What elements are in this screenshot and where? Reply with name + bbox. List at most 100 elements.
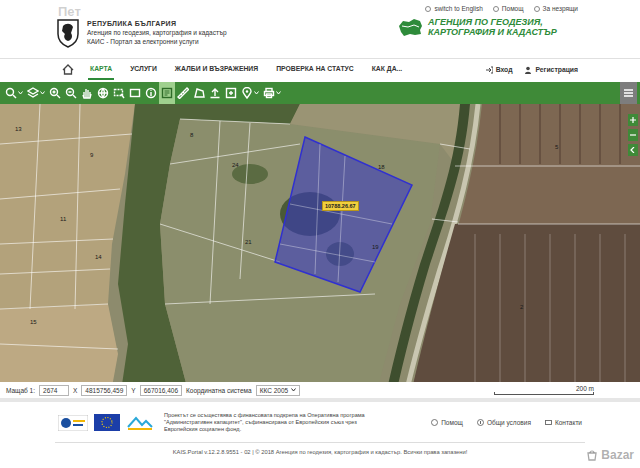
footer: Проектът се осъществява с финансовата по… xyxy=(0,398,640,468)
parcel-label: 10788.26.67 xyxy=(322,201,359,211)
info-tool[interactable] xyxy=(143,82,159,104)
watermark-text: Bazar xyxy=(601,448,634,462)
print-holder xyxy=(263,87,275,99)
upload-tool[interactable] xyxy=(207,82,223,104)
zoomout-holder xyxy=(65,87,77,99)
funding-logos xyxy=(58,414,154,431)
export-tool[interactable] xyxy=(223,82,239,104)
y-field[interactable]: 667016,406 xyxy=(140,385,182,396)
system-select[interactable]: ККС 2005 xyxy=(256,385,300,396)
nav-item[interactable]: КАРТА xyxy=(88,59,114,80)
top-link-text[interactable]: За незрящи xyxy=(543,5,578,12)
zoomin-tool[interactable] xyxy=(47,82,63,104)
top-link[interactable]: За незрящи xyxy=(534,5,578,12)
selectbox-icon[interactable] xyxy=(113,87,125,99)
top-link-text[interactable]: Помощ xyxy=(502,5,524,12)
footer-link[interactable]: Общи условия xyxy=(477,419,531,426)
marker-icon[interactable] xyxy=(241,87,253,99)
globe-icon[interactable] xyxy=(97,87,109,99)
footer-link-text[interactable]: Общи условия xyxy=(487,419,531,426)
search-icon[interactable] xyxy=(5,87,17,99)
account-link-text[interactable]: Регистрация xyxy=(535,66,578,73)
upload-icon[interactable] xyxy=(209,87,221,99)
scale-field[interactable]: 2674 xyxy=(39,385,69,396)
nav-item[interactable]: ПРОВЕРКА НА СТАТУС xyxy=(274,59,356,80)
caret-icon xyxy=(40,91,45,95)
bag-icon xyxy=(586,449,598,461)
measure-icon[interactable] xyxy=(177,87,189,99)
marker-holder xyxy=(241,87,253,99)
minus-icon[interactable] xyxy=(630,132,636,138)
footer-link[interactable]: Помощ xyxy=(431,419,463,426)
nav-item[interactable]: УСЛУГИ xyxy=(128,59,159,80)
watermark: Пет xyxy=(58,4,81,19)
zoomout-tool[interactable] xyxy=(63,82,79,104)
nav-item[interactable]: ЖАЛБИ И ВЪЗРАЖЕНИЯ xyxy=(173,59,260,80)
identify-tool[interactable] xyxy=(159,82,175,104)
footer-link-text[interactable]: Помощ xyxy=(441,419,463,426)
x-field[interactable]: 4815756,459 xyxy=(81,385,127,396)
print-tool[interactable] xyxy=(261,82,283,104)
link-icon xyxy=(493,6,499,12)
link-icon xyxy=(534,6,540,12)
info-icon[interactable] xyxy=(145,87,157,99)
selected-parcel[interactable] xyxy=(0,104,640,398)
print-icon[interactable] xyxy=(263,87,275,99)
parcel-number: 2 xyxy=(520,304,523,310)
pan-holder xyxy=(81,87,93,99)
area-icon[interactable] xyxy=(193,87,205,99)
layers-tool[interactable] xyxy=(25,82,47,104)
pan-icon[interactable] xyxy=(81,87,93,99)
menu-icon[interactable] xyxy=(624,89,633,97)
top-link[interactable]: Помощ xyxy=(493,5,524,12)
arrow-icon[interactable] xyxy=(630,147,636,153)
footer-link[interactable]: Контакти xyxy=(545,419,582,426)
layers-icon[interactable] xyxy=(27,87,39,99)
account-link[interactable]: Вход xyxy=(485,66,513,74)
parcel-number: 21 xyxy=(245,239,252,245)
esf-logo-icon xyxy=(58,415,88,431)
menu-button[interactable] xyxy=(620,82,637,104)
scale-bar-text: 200 m xyxy=(576,385,594,392)
parcel-number: 5 xyxy=(555,144,558,150)
main-nav: КАРТА УСЛУГИ ЖАЛБИ И ВЪЗРАЖЕНИЯ ПРОВЕРКА НА… xyxy=(0,58,640,80)
scale-label: Мащаб 1: xyxy=(6,387,35,394)
marker-tool[interactable] xyxy=(239,82,261,104)
zoom-out-button[interactable] xyxy=(628,129,638,141)
user-icon xyxy=(524,66,532,74)
parcel-number: 24 xyxy=(232,162,239,168)
account-link-text[interactable]: Вход xyxy=(496,66,513,73)
footer-link-text[interactable]: Контакти xyxy=(555,419,582,426)
map-view[interactable]: 1398111415242118195210788.26.67Мащаб 1:2… xyxy=(0,104,640,398)
agency-name: Агенция по геодезия, картография и кадас… xyxy=(87,29,227,36)
zoomin-holder xyxy=(49,87,61,99)
x-label: X xyxy=(73,387,77,394)
top-link-text[interactable]: switch to English xyxy=(434,5,482,12)
area-holder xyxy=(193,87,205,99)
extent-icon[interactable] xyxy=(129,87,141,99)
extent-holder xyxy=(129,87,141,99)
pan-tool[interactable] xyxy=(79,82,95,104)
caret-icon xyxy=(276,91,281,95)
identify-icon[interactable] xyxy=(161,87,173,99)
account-link[interactable]: Регистрация xyxy=(524,66,578,74)
top-link[interactable]: switch to English xyxy=(425,5,482,12)
system-value[interactable]: ККС 2005 xyxy=(260,387,288,394)
nav-item[interactable]: КАК ДА... xyxy=(370,59,405,80)
export-icon[interactable] xyxy=(225,87,237,99)
extent-tool[interactable] xyxy=(127,82,143,104)
zoomin-icon[interactable] xyxy=(49,87,61,99)
link-icon xyxy=(431,419,438,426)
area-tool[interactable] xyxy=(191,82,207,104)
search-tool[interactable] xyxy=(3,82,25,104)
zoomout-icon[interactable] xyxy=(65,87,77,99)
selectbox-tool[interactable] xyxy=(111,82,127,104)
emblem-text: РЕПУБЛИКА БЪЛГАРИЯ xyxy=(87,20,227,27)
brand-text: АГЕНЦИЯ ПО ГЕОДЕЗИЯ, КАРТОГРАФИЯ И КАДАС… xyxy=(428,17,578,38)
panel-toggle[interactable] xyxy=(628,144,638,156)
plus-icon[interactable] xyxy=(630,117,636,123)
globe-tool[interactable] xyxy=(95,82,111,104)
measure-tool[interactable] xyxy=(175,82,191,104)
home-icon[interactable] xyxy=(62,64,74,75)
zoom-in-button[interactable] xyxy=(628,114,638,126)
